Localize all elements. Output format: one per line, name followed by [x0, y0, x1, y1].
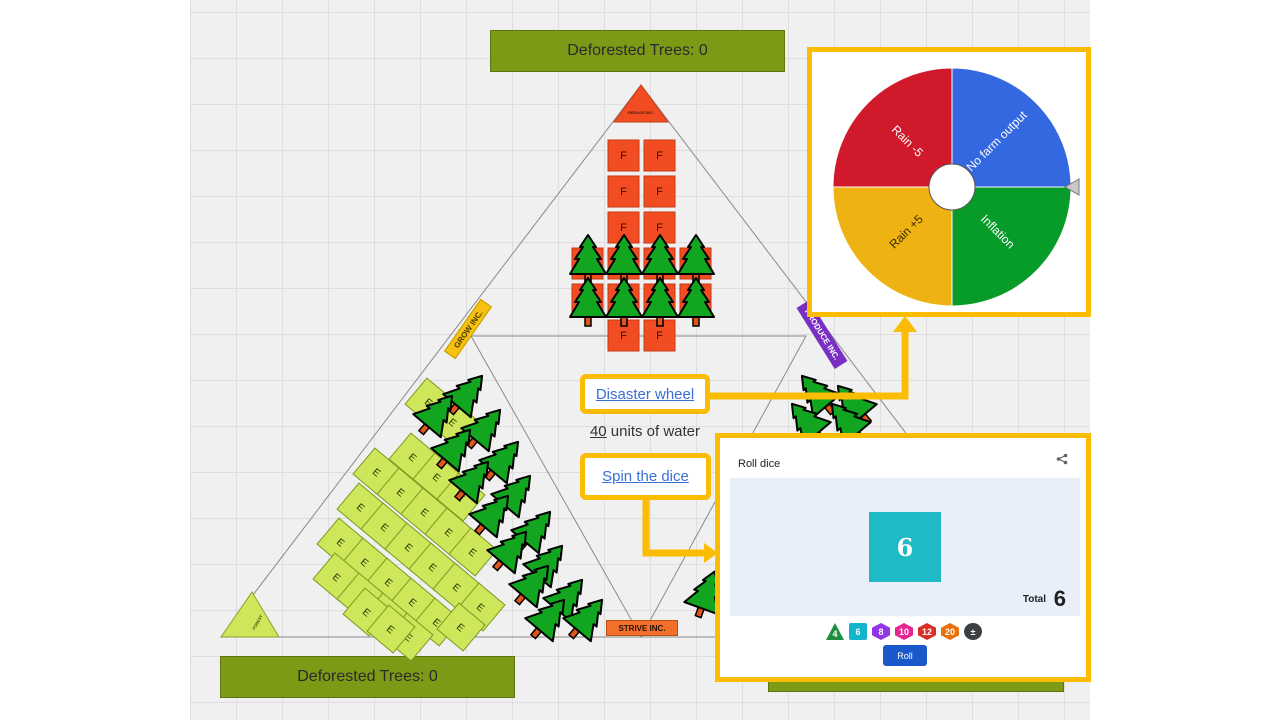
- dice-type-chip[interactable]: 12: [918, 623, 936, 640]
- dice-type-selector: 4 6 8 10 12 20 ±: [826, 623, 982, 640]
- water-units-suffix: units of water: [606, 423, 701, 440]
- dice-type-chip[interactable]: ±: [964, 623, 982, 640]
- water-units-text: 40 units of water: [580, 423, 710, 443]
- dice-type-chip[interactable]: 4: [826, 623, 844, 640]
- dice-panel-title: Roll dice: [738, 458, 781, 470]
- disaster-wheel-panel: Rain -5 No farm output Inflation Rain +5: [807, 47, 1091, 317]
- dice-type-chip[interactable]: 6: [849, 623, 867, 640]
- factory-block-label: F: [656, 186, 663, 198]
- total-label: Total: [1022, 594, 1046, 605]
- dice-type-chip[interactable]: 8: [872, 623, 890, 640]
- top-triangle-label: REDUCE INC.: [627, 110, 654, 115]
- roll-button[interactable]: Roll: [883, 645, 927, 666]
- total-value: 6: [1053, 586, 1066, 611]
- strive-inc-tag: STRIVE INC.: [606, 620, 678, 636]
- dice-display-area: 6 Total 6: [730, 478, 1080, 616]
- factory-block-label: F: [656, 330, 663, 342]
- spin-dice-link[interactable]: Spin the dice: [602, 468, 689, 485]
- spin-wheel[interactable]: Rain -5 No farm outputInflationRain +5: [812, 52, 1086, 312]
- disaster-wheel-link-box: Disaster wheel: [580, 374, 710, 414]
- water-units-value[interactable]: 40: [590, 423, 607, 440]
- share-icon[interactable]: [1056, 452, 1068, 468]
- factory-block-label: F: [620, 150, 627, 162]
- factory-block-label: F: [656, 222, 663, 234]
- dice-type-chip[interactable]: 20: [941, 623, 959, 640]
- factory-block-label: F: [656, 150, 663, 162]
- dice-type-chip[interactable]: 10: [895, 623, 913, 640]
- disaster-wheel-link[interactable]: Disaster wheel: [596, 386, 694, 403]
- die-face: 6: [869, 512, 941, 582]
- factory-block-label: F: [620, 186, 627, 198]
- spin-dice-link-box: Spin the dice: [580, 453, 711, 500]
- factory-block-label: F: [620, 330, 627, 342]
- roll-dice-panel: Roll dice 6 Total 6 4 6 8 10 12 20 ± Roll: [715, 433, 1091, 682]
- factory-block-label: F: [620, 222, 627, 234]
- wheel-hub[interactable]: [928, 163, 976, 211]
